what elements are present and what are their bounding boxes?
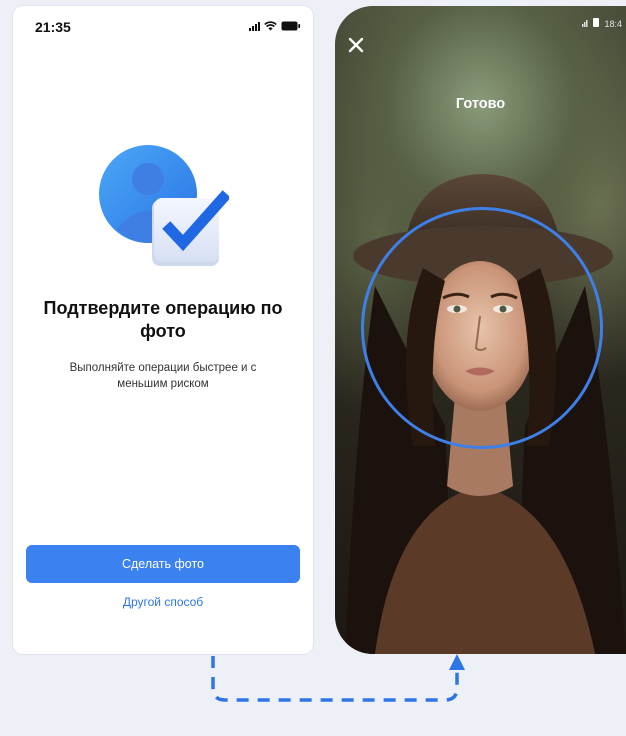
signal-icon [582, 19, 588, 29]
battery-icon [281, 21, 301, 31]
face-capture-frame [361, 207, 603, 449]
close-icon[interactable] [347, 36, 365, 54]
page-title: Подтвердите операцию по фото [43, 298, 283, 341]
flow-arrow [211, 654, 465, 702]
capture-status-label: Готово [455, 96, 506, 112]
other-method-link[interactable]: Другой способ [13, 595, 313, 609]
take-photo-button[interactable]: Сделать фото [26, 545, 300, 583]
status-time: 21:35 [35, 19, 71, 35]
status-bar: 18:4 [582, 18, 622, 29]
status-time: 18:4 [604, 18, 622, 29]
wifi-icon [264, 21, 277, 31]
face-check-illustration [99, 145, 231, 271]
status-bar: 21:35 [13, 6, 313, 46]
signal-icon [249, 22, 260, 31]
page-subtitle: Выполняйте операции быстрее и с меньшим … [69, 362, 257, 390]
phone-screen-camera: 18:4 Готово [335, 6, 626, 654]
phone-screen-confirm: 21:35 Подтвердите операцию по фото Выпол… [13, 6, 313, 654]
status-icons [249, 21, 301, 31]
battery-icon [593, 18, 600, 29]
